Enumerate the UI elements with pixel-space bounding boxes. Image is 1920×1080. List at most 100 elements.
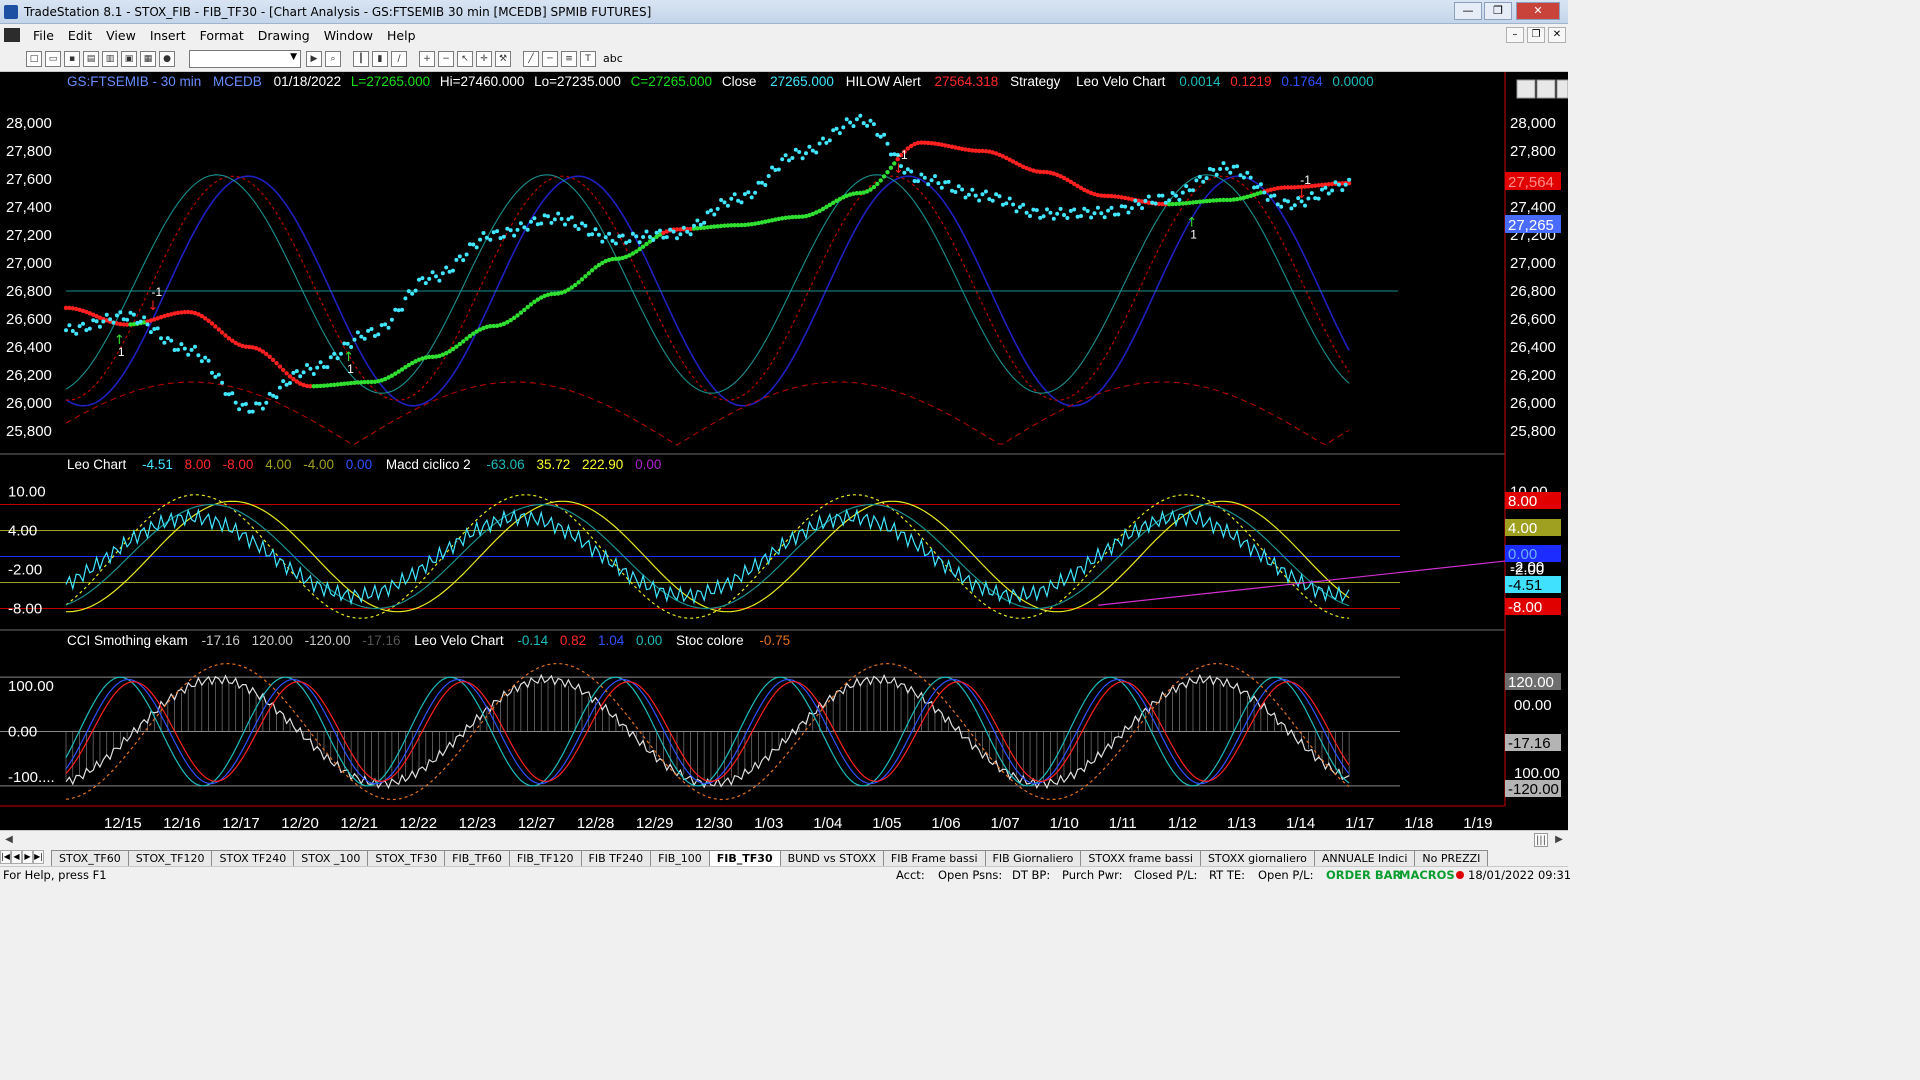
price-dot: [1045, 207, 1049, 212]
price-dot: [464, 252, 469, 257]
bar-icon[interactable]: ┃: [353, 50, 369, 67]
text-icon[interactable]: T: [580, 50, 596, 67]
price-dot: [206, 358, 211, 363]
workspace-tab[interactable]: STOX_TF120: [127, 850, 213, 866]
fib-icon[interactable]: ≡: [561, 50, 577, 67]
horizontal-line-icon[interactable]: ─: [542, 50, 558, 67]
mdi-restore-button[interactable]: ❐: [1527, 27, 1545, 43]
menu-help[interactable]: Help: [380, 28, 423, 43]
price-dot: [1126, 210, 1131, 215]
chart-canvas[interactable]: 1↑-1↓1↑-1↓1↑-1↓ 28,00028,00027,80027,800…: [0, 72, 1568, 830]
price-dot: [1089, 215, 1094, 220]
document-icon[interactable]: [4, 28, 20, 42]
horizontal-scrollbar[interactable]: ◀ ||| ▶: [0, 830, 1568, 848]
mdi-minimize-button[interactable]: –: [1506, 27, 1524, 43]
chart-restore-button[interactable]: [1536, 79, 1556, 99]
workspace-tab[interactable]: FIB_TF60: [444, 850, 510, 866]
menu-file[interactable]: File: [26, 28, 61, 43]
print-preview-icon[interactable]: ▥: [102, 50, 118, 67]
open-icon[interactable]: ▭: [45, 50, 61, 67]
price-dot: [1231, 164, 1236, 169]
price-dot: [396, 308, 401, 313]
price-dot: [522, 225, 527, 230]
maximize-button[interactable]: ❐: [1484, 2, 1512, 20]
workspace-tab[interactable]: ANNUALE Indici: [1313, 850, 1416, 866]
zoom-in-icon[interactable]: +: [419, 50, 435, 67]
workspace-tab[interactable]: STOXX giornaliero: [1199, 850, 1315, 866]
workspace-tab[interactable]: FIB Frame bassi: [882, 850, 986, 866]
search-icon[interactable]: ⌕: [325, 50, 341, 67]
crosshair-icon[interactable]: ✛: [476, 50, 492, 67]
date-tick-label: 1/11: [1109, 815, 1137, 830]
price-dot: [821, 136, 825, 141]
symbol-combo[interactable]: ▼: [189, 49, 301, 68]
price-dot: [311, 372, 316, 376]
print-icon[interactable]: ▤: [83, 50, 99, 67]
arrow-right-icon[interactable]: ▶: [306, 50, 322, 67]
workspace-tab[interactable]: FIB TF240: [580, 850, 652, 866]
trendline-icon[interactable]: ╱: [523, 50, 539, 67]
workspace-tab[interactable]: FIB Giornaliero: [984, 850, 1082, 866]
price-dot: [654, 230, 659, 235]
tab-last-icon[interactable]: ▶|: [33, 850, 44, 864]
mdi-close-button[interactable]: ✕: [1548, 27, 1566, 43]
trend-line-magenta: [1097, 560, 1506, 606]
scroll-right-icon[interactable]: ▶: [1552, 833, 1566, 847]
lock-icon[interactable]: ▣: [121, 50, 137, 67]
close-button[interactable]: ✕: [1516, 2, 1560, 20]
price-dot: [1320, 187, 1324, 192]
price-dot: [155, 326, 160, 331]
scroll-thumb[interactable]: |||: [1534, 833, 1548, 847]
menu-insert[interactable]: Insert: [143, 28, 193, 43]
menu-format[interactable]: Format: [193, 28, 251, 43]
tab-next-icon[interactable]: ▶: [22, 850, 33, 864]
price-dot: [590, 232, 595, 237]
price-dot: [298, 374, 303, 379]
save-icon[interactable]: ▪: [64, 50, 80, 67]
new-icon[interactable]: □: [26, 50, 42, 67]
workspace-tab[interactable]: FIB_TF120: [508, 850, 582, 866]
chart-min-button[interactable]: [1516, 79, 1536, 99]
color-icon[interactable]: ●: [159, 50, 175, 67]
workspace-tab[interactable]: STOX_TF60: [51, 850, 129, 866]
price-dot: [997, 194, 1002, 199]
line-icon[interactable]: ∕: [391, 50, 407, 67]
menu-drawing[interactable]: Drawing: [251, 28, 317, 43]
price-dot: [1289, 206, 1294, 211]
text-tool-label[interactable]: abc: [603, 52, 623, 65]
date-tick-label: 1/07: [991, 815, 1020, 830]
workspace-tab[interactable]: No PREZZI: [1414, 850, 1489, 866]
workspace-tab[interactable]: STOX_TF30: [367, 850, 446, 866]
pane3-tag-current: -17.16: [1505, 734, 1561, 752]
cursor-icon[interactable]: ↖: [457, 50, 473, 67]
zoom-out-icon[interactable]: −: [438, 50, 454, 67]
workspace-tab[interactable]: BUND vs STOXX: [779, 850, 884, 866]
menu-window[interactable]: Window: [317, 28, 380, 43]
price-dot: [1112, 212, 1117, 217]
wrench-icon[interactable]: ⚒: [495, 50, 511, 67]
workspace-tab[interactable]: STOX TF240: [211, 850, 295, 866]
chevron-down-icon[interactable]: ▼: [290, 52, 297, 62]
order-bar-button[interactable]: ORDER BAR: [1326, 868, 1401, 882]
chart-icon[interactable]: ▦: [140, 50, 156, 67]
macros-button[interactable]: MACROS: [1399, 868, 1455, 882]
menu-view[interactable]: View: [99, 28, 143, 43]
price-dot: [529, 219, 533, 224]
workspace-tab[interactable]: STOXX frame bassi: [1080, 850, 1201, 866]
price-dot: [1007, 196, 1012, 201]
scroll-left-icon[interactable]: ◀: [2, 833, 16, 847]
workspace-tab[interactable]: FIB_100: [650, 850, 710, 866]
workspace-tab[interactable]: FIB_TF30: [708, 850, 781, 866]
tab-first-icon[interactable]: |◀: [0, 850, 11, 864]
chart-analysis-window[interactable]: 1 ↑ -1 ↓ 1 ↑ -1 ↓ 1 ↑ -1 ↓ 28,000 28,000 27,800 27,800…: [0, 72, 1568, 830]
tab-prev-icon[interactable]: ◀: [11, 850, 22, 864]
hilow-dot: [264, 351, 269, 357]
menu-edit[interactable]: Edit: [61, 28, 99, 43]
price-dot: [1201, 179, 1206, 184]
candle-icon[interactable]: ▮: [372, 50, 388, 67]
price-dot: [736, 198, 741, 203]
workspace-tab[interactable]: STOX _100: [293, 850, 369, 866]
chart-close-button[interactable]: [1556, 79, 1568, 99]
minimize-button[interactable]: —: [1454, 2, 1482, 20]
price-dot: [871, 122, 876, 127]
